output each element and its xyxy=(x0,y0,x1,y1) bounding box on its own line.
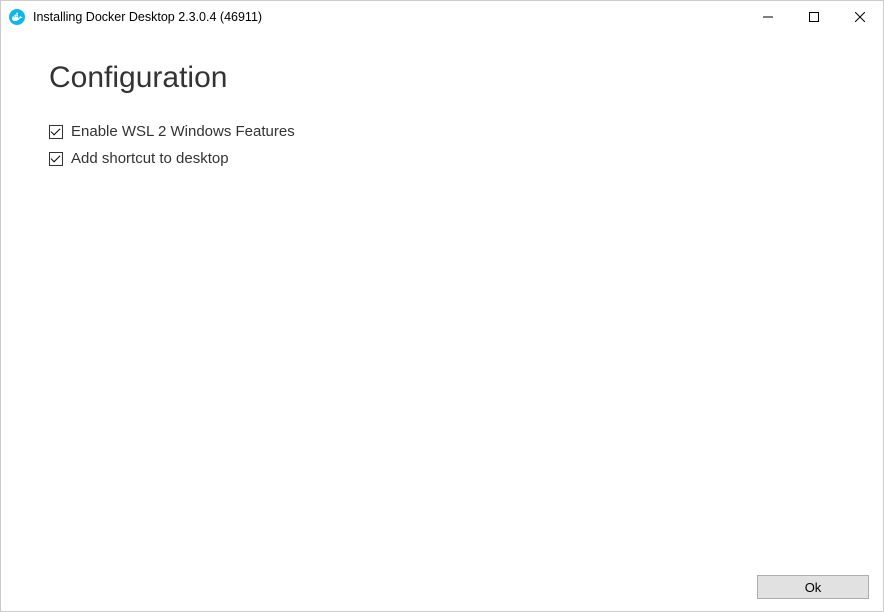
option-label: Add shortcut to desktop xyxy=(71,150,229,167)
option-add-shortcut[interactable]: Add shortcut to desktop xyxy=(49,150,835,167)
minimize-button[interactable] xyxy=(745,1,791,33)
checkbox-add-shortcut[interactable] xyxy=(49,152,63,166)
option-enable-wsl2[interactable]: Enable WSL 2 Windows Features xyxy=(49,123,835,140)
ok-button[interactable]: Ok xyxy=(757,575,869,599)
main-content: Configuration Enable WSL 2 Windows Featu… xyxy=(1,33,883,167)
footer: Ok xyxy=(757,575,869,599)
page-heading: Configuration xyxy=(49,61,835,95)
checkbox-enable-wsl2[interactable] xyxy=(49,125,63,139)
titlebar: Installing Docker Desktop 2.3.0.4 (46911… xyxy=(1,1,883,33)
window-title: Installing Docker Desktop 2.3.0.4 (46911… xyxy=(33,10,745,24)
maximize-button[interactable] xyxy=(791,1,837,33)
window-controls xyxy=(745,1,883,33)
close-icon xyxy=(855,12,865,22)
close-button[interactable] xyxy=(837,1,883,33)
option-label: Enable WSL 2 Windows Features xyxy=(71,123,295,140)
docker-icon xyxy=(9,9,25,25)
minimize-icon xyxy=(763,12,773,22)
maximize-icon xyxy=(809,12,819,22)
